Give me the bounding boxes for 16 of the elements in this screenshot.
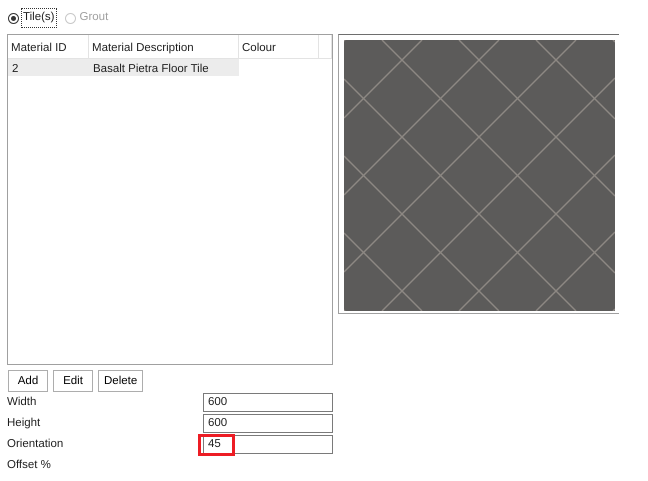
table-cell[interactable]: Basalt Pietra Floor Tile bbox=[89, 59, 239, 76]
action-button[interactable]: Add bbox=[8, 370, 48, 392]
input-field[interactable]: 600 bbox=[203, 414, 333, 433]
field-label: Width bbox=[7, 394, 38, 410]
radio-label: Tile(s) bbox=[21, 8, 57, 28]
field-label: Offset % bbox=[7, 458, 52, 473]
action-button[interactable]: Edit bbox=[53, 370, 93, 392]
radio-label: Grout bbox=[78, 10, 110, 26]
table-cell[interactable]: 2 bbox=[8, 59, 89, 76]
field-label: Height bbox=[7, 416, 42, 431]
empty-column-header bbox=[319, 35, 332, 59]
field-label: Orientation bbox=[7, 436, 64, 452]
column-header[interactable]: Colour bbox=[239, 35, 319, 59]
radio-button[interactable] bbox=[8, 12, 19, 24]
input-field[interactable]: 600 bbox=[203, 393, 333, 412]
action-button[interactable]: Delete bbox=[98, 370, 144, 392]
